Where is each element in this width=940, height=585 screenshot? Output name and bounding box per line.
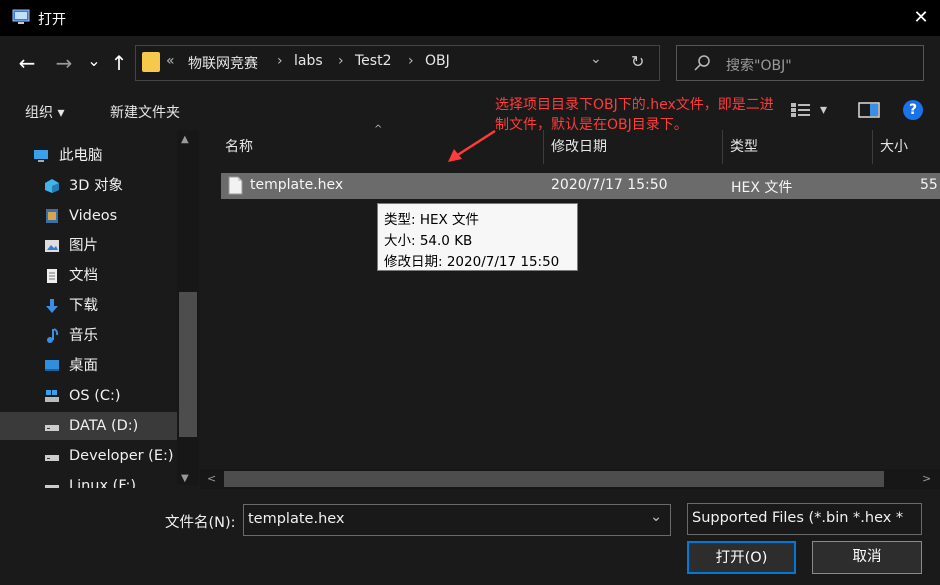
sidebar-item-label: 文档 <box>69 268 98 284</box>
preview-pane-icon[interactable] <box>858 101 880 119</box>
sidebar-item-label: Videos <box>69 208 118 224</box>
sidebar-item-label: 此电脑 <box>59 148 103 164</box>
sidebar-item-label: Linux (F:) <box>69 478 137 488</box>
sidebar-item-label: 下载 <box>69 298 98 314</box>
video-icon <box>46 209 58 223</box>
annotation-text: 选择项目目录下OBJ下的.hex文件，即是二进制文件，默认是在OBJ目录下。 <box>495 97 774 133</box>
drive-icon <box>45 425 59 431</box>
organize-menu[interactable]: 组织 ▾ <box>25 102 64 122</box>
file-icon <box>228 176 243 195</box>
computer-icon <box>34 150 48 162</box>
column-header-modified[interactable]: 修改日期 <box>551 136 607 156</box>
search-icon <box>694 55 710 71</box>
new-folder-button[interactable]: 新建文件夹 <box>110 102 180 122</box>
view-dropdown-icon[interactable]: ▾ <box>820 102 827 118</box>
close-button[interactable]: ✕ <box>908 6 934 30</box>
search-input[interactable]: 搜索"OBJ" <box>726 55 792 75</box>
sidebar-item-label: 图片 <box>69 238 98 254</box>
folder-icon <box>142 52 160 72</box>
breadcrumb-iot-contest[interactable]: 物联网竞赛 <box>188 53 258 73</box>
drive-icon <box>45 455 59 461</box>
sidebar-item-data-d[interactable]: DATA (D:) <box>0 412 178 440</box>
music-icon <box>47 328 59 343</box>
file-name: template.hex <box>250 177 344 193</box>
column-header-type[interactable]: 类型 <box>730 136 758 156</box>
sidebar-item-linux-f-inner: Linux (F:) <box>0 472 178 488</box>
recent-locations-button[interactable]: ⌄ <box>82 47 106 75</box>
open-button[interactable]: 打开(O) <box>687 541 796 574</box>
sidebar-item-downloads[interactable]: 下载 <box>0 292 178 320</box>
filename-label: 文件名(N): <box>165 515 236 531</box>
sidebar-item-label: 3D 对象 <box>69 178 123 194</box>
file-modified: 2020/7/17 15:50 <box>551 177 668 193</box>
breadcrumb-labs[interactable]: labs <box>294 53 323 69</box>
sidebar-item-music[interactable]: 音乐 <box>0 322 178 350</box>
window-title: 打开 <box>38 12 66 28</box>
breadcrumb-test2[interactable]: Test2 <box>355 53 391 69</box>
up-button[interactable]: ↑ <box>107 49 131 77</box>
scroll-right-chevron-icon[interactable]: > <box>922 472 931 485</box>
desktop-icon <box>45 360 59 371</box>
file-list-scrollbar-thumb[interactable] <box>224 471 884 487</box>
breadcrumb-separator[interactable]: › <box>338 53 344 69</box>
sidebar-item-label: Developer (E:) <box>69 448 174 464</box>
sidebar-item-label: OS (C:) <box>69 388 121 404</box>
scroll-down-chevron-icon[interactable]: ▼ <box>181 473 189 484</box>
sidebar-item-os-c[interactable]: OS (C:) <box>0 382 178 410</box>
app-icon <box>12 9 30 24</box>
document-icon <box>47 269 57 283</box>
sidebar-item-desktop[interactable]: 桌面 <box>0 352 178 380</box>
address-dropdown-chevron-icon[interactable]: ⌄ <box>590 51 602 67</box>
sidebar-scrollbar-thumb[interactable] <box>179 292 197 437</box>
filename-dropdown-chevron-icon[interactable]: ⌄ <box>650 509 662 525</box>
sidebar-item-videos[interactable]: Videos <box>0 202 178 230</box>
windows-drive-icon <box>45 390 59 402</box>
forward-button[interactable]: → <box>52 49 76 77</box>
download-icon <box>46 299 58 313</box>
file-type: HEX 文件 <box>731 180 793 196</box>
back-button[interactable]: ← <box>15 49 39 77</box>
sidebar-item-pictures[interactable]: 图片 <box>0 232 178 260</box>
sidebar-item-this-pc[interactable]: 此电脑 <box>0 142 178 170</box>
tooltip-size: 大小: 54.0 KB <box>384 233 473 249</box>
breadcrumb-obj[interactable]: OBJ <box>425 53 450 69</box>
sort-ascending-icon: ^ <box>374 124 383 135</box>
sidebar-item-documents[interactable]: 文档 <box>0 262 178 290</box>
sidebar-item-label: DATA (D:) <box>69 418 139 434</box>
view-icon[interactable] <box>790 101 812 119</box>
filename-input[interactable]: template.hex ⌄ <box>243 504 671 536</box>
column-divider[interactable] <box>543 130 544 164</box>
sidebar-item-linux-f[interactable]: Linux (F:) <box>0 472 178 488</box>
column-divider[interactable] <box>872 130 873 164</box>
pictures-icon <box>45 240 59 252</box>
column-divider[interactable] <box>722 130 723 164</box>
drive-icon <box>45 485 59 488</box>
search-box[interactable] <box>676 45 924 81</box>
file-type-filter[interactable]: Supported Files (*.bin *.hex * <box>687 503 922 535</box>
overflow-chevron[interactable]: « <box>166 53 175 69</box>
annotation-arrow-icon <box>448 129 496 162</box>
breadcrumb-separator[interactable]: › <box>277 53 283 69</box>
tooltip-type: 类型: HEX 文件 <box>384 212 480 228</box>
file-size: 55 <box>920 177 938 193</box>
column-header-size[interactable]: 大小 <box>880 136 908 156</box>
file-tooltip: 类型: HEX 文件 大小: 54.0 KB 修改日期: 2020/7/17 1… <box>377 203 578 271</box>
cube-icon <box>45 179 59 193</box>
sidebar-item-3d-objects[interactable]: 3D 对象 <box>0 172 178 200</box>
filename-value: template.hex <box>248 511 345 527</box>
help-icon[interactable]: ? <box>903 100 923 120</box>
scroll-left-chevron-icon[interactable]: < <box>207 472 216 485</box>
scroll-up-chevron-icon[interactable]: ▲ <box>181 134 189 145</box>
title-bar <box>0 0 940 36</box>
refresh-icon[interactable]: ↻ <box>631 52 644 71</box>
file-type-filter-value: Supported Files (*.bin *.hex * <box>692 510 904 526</box>
sidebar-item-label: 音乐 <box>69 328 98 344</box>
sidebar-item-label: 桌面 <box>69 358 98 374</box>
column-header-name[interactable]: 名称 <box>225 136 253 156</box>
breadcrumb-separator[interactable]: › <box>408 53 414 69</box>
tooltip-modified: 修改日期: 2020/7/17 15:50 <box>384 254 560 270</box>
cancel-button[interactable]: 取消 <box>812 541 922 574</box>
sidebar-item-developer-e[interactable]: Developer (E:) <box>0 442 178 470</box>
